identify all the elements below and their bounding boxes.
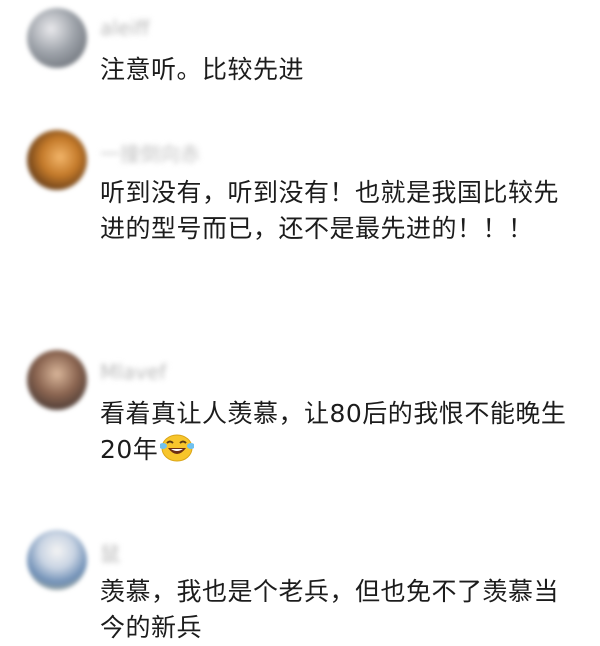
avatar[interactable] bbox=[27, 530, 87, 590]
comment-text: 注意听。比较先进 bbox=[100, 55, 305, 84]
avatar[interactable] bbox=[27, 350, 87, 410]
username[interactable]: Mlavef bbox=[100, 360, 166, 384]
avatar[interactable] bbox=[27, 8, 87, 68]
comment-text: 听到没有，听到没有！也就是我国比较先进的型号而已，还不是最先进的！！！ bbox=[100, 178, 560, 243]
username[interactable]: 鼠 bbox=[100, 538, 120, 567]
username[interactable]: 一撞倒向赤 bbox=[100, 138, 200, 167]
avatar[interactable] bbox=[27, 130, 87, 190]
username[interactable]: aleiff bbox=[100, 16, 149, 40]
comment-text: 羡慕，我也是个老兵，但也免不了羡慕当今的新兵 bbox=[100, 577, 560, 642]
laughing-crying-emoji-icon bbox=[159, 433, 196, 473]
comment-text: 看着真让人羡慕，让80后的我恨不能晚生20年 bbox=[100, 396, 570, 473]
